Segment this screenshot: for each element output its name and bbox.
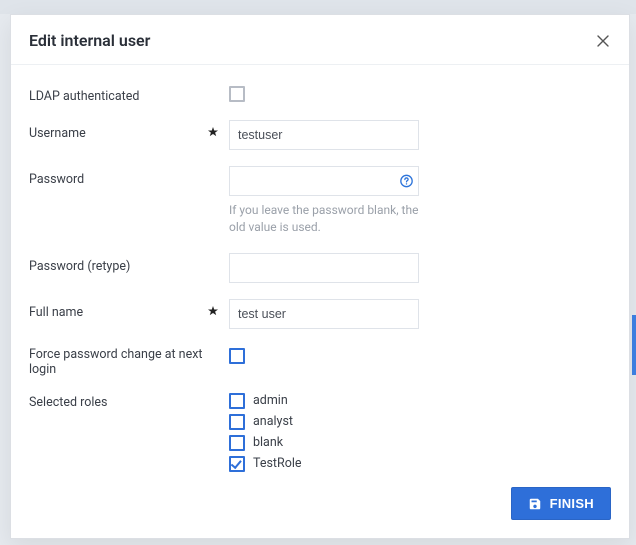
required-star-icon	[207, 305, 219, 317]
role-checkbox[interactable]	[229, 435, 245, 451]
save-icon	[528, 497, 542, 511]
role-label: analyst	[253, 414, 293, 429]
checkbox-ldap[interactable]	[229, 86, 245, 102]
row-roles: Selected roles admin analyst blank TestRole…	[29, 393, 611, 477]
row-ldap: LDAP authenticated	[29, 83, 611, 104]
finish-label: FINISH	[550, 496, 594, 511]
label-force-change: Force password change at next login	[29, 345, 207, 377]
required-star-icon	[207, 126, 219, 138]
role-checkbox[interactable]	[229, 414, 245, 430]
modal-title: Edit internal user	[29, 31, 150, 50]
label-roles: Selected roles	[29, 393, 207, 410]
password-help-icon[interactable]	[400, 175, 413, 188]
role-item: analyst	[229, 414, 419, 430]
checkbox-force-change[interactable]	[229, 348, 245, 364]
label-username: Username	[29, 120, 207, 141]
row-force-change: Force password change at next login	[29, 345, 611, 377]
label-password: Password	[29, 166, 207, 187]
role-label: TestRole	[253, 456, 302, 471]
role-label: blank	[253, 435, 283, 450]
label-fullname: Full name	[29, 299, 207, 320]
modal-body: LDAP authenticated Username Password	[11, 65, 629, 477]
fullname-input[interactable]	[229, 299, 419, 329]
close-icon	[597, 35, 609, 47]
row-fullname: Full name	[29, 299, 611, 329]
row-password: Password If you leave the password blank…	[29, 166, 611, 237]
role-item: blank	[229, 435, 419, 451]
modal-header: Edit internal user	[11, 15, 629, 65]
password-retype-input[interactable]	[229, 253, 419, 283]
label-ldap: LDAP authenticated	[29, 83, 207, 104]
label-password-retype: Password (retype)	[29, 253, 207, 274]
row-username: Username	[29, 120, 611, 150]
password-input[interactable]	[229, 166, 419, 196]
role-checkbox[interactable]	[229, 456, 245, 472]
role-checkbox[interactable]	[229, 393, 245, 409]
edit-user-modal: Edit internal user LDAP authenticated Us…	[10, 14, 630, 539]
password-help-text: If you leave the password blank, the old…	[229, 202, 419, 237]
finish-button[interactable]: FINISH	[511, 487, 611, 520]
role-label: admin	[253, 393, 288, 408]
role-item: admin	[229, 393, 419, 409]
row-password-retype: Password (retype)	[29, 253, 611, 283]
username-input[interactable]	[229, 120, 419, 150]
role-item: TestRole	[229, 456, 419, 472]
modal-footer: FINISH	[11, 477, 629, 538]
close-button[interactable]	[595, 33, 611, 49]
